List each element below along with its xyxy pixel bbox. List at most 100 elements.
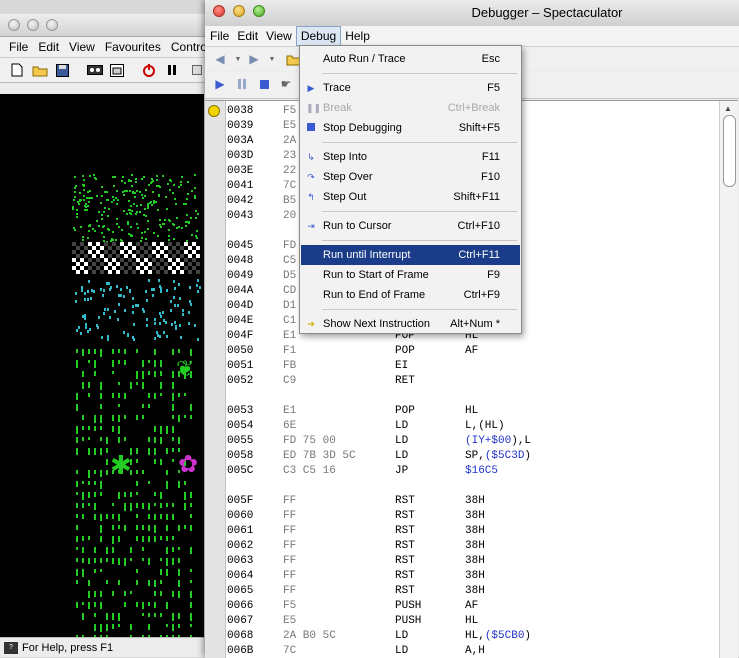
menu-file[interactable]: File [4,37,33,57]
opcode-bytes: D5 [283,270,297,282]
address: 0039 [227,120,254,132]
mnemonic: RST [395,585,415,597]
menu-item-step-over[interactable]: ↷ Step Over F10 [301,167,520,187]
new-file-icon[interactable] [8,61,26,79]
address: 0065 [227,585,254,597]
opcode-bytes: FF [283,540,297,552]
opcode-bytes: C3 C5 16 [283,465,336,477]
minimize-button[interactable] [27,19,39,31]
menu-item-run-to-end-of-frame[interactable]: Run to End of Frame Ctrl+F9 [301,285,520,305]
operands: 38H [465,570,485,582]
address: 005F [227,495,254,507]
mnemonic: POP [395,405,415,417]
menu-debug[interactable]: Debug [295,26,342,46]
opcode-bytes: E5 [283,120,297,132]
address: 0048 [227,255,254,267]
menu-file[interactable]: File [206,26,233,46]
menu-item-label: Auto Run / Trace [323,53,406,65]
menu-separator [322,211,517,212]
tape-icon[interactable] [86,61,104,79]
pause-icon[interactable] [233,75,251,93]
menu-item-step-into[interactable]: ↳ Step Into F11 [301,147,520,167]
menu-edit[interactable]: Edit [233,26,262,46]
opcode-bytes: D1 [283,300,297,312]
step-out-icon: ↰ [307,192,315,202]
vertical-scrollbar[interactable]: ▲ [719,101,738,658]
address: 0041 [227,180,254,192]
opcode-bytes: E5 [283,615,297,627]
menu-favourites[interactable]: Favourites [100,37,166,57]
close-button[interactable] [8,19,20,31]
opcode-bytes: B5 [283,195,297,207]
chevron-down-icon[interactable]: ▼ [263,50,281,68]
menu-item-shortcut: F11 [481,151,500,163]
operands: 38H [465,555,485,567]
address: 0052 [227,375,254,387]
menu-item-step-out[interactable]: ↰ Step Out Shift+F11 [301,187,520,207]
operands: L,(HL) [465,420,505,432]
mnemonic: RET [395,375,415,387]
mnemonic: RST [395,495,415,507]
menu-item-stop-debugging[interactable]: Stop Debugging Shift+F5 [301,118,520,138]
opcode-bytes: F5 [283,600,297,612]
address: 0045 [227,240,254,252]
game-graphics: ✱ ✿ ❦ [72,174,201,647]
scroll-icon[interactable] [188,61,206,79]
menu-item-run-to-start-of-frame[interactable]: Run to Start of Frame F9 [301,265,520,285]
scrollbar-thumb[interactable] [723,115,736,187]
opcode-bytes: 23 [283,150,297,162]
mnemonic: RST [395,510,415,522]
address: 003D [227,150,254,162]
menu-item-run-to-cursor[interactable]: ⇥ Run to Cursor Ctrl+F10 [301,216,520,236]
mnemonic: LD [395,630,409,642]
address: 004E [227,315,254,327]
mnemonic: LD [395,645,409,657]
scroll-up-icon[interactable]: ▲ [724,104,732,113]
address: 0066 [227,600,254,612]
arrow-right-icon: ➜ [307,319,315,329]
window-title: Debugger – Spectaculator [471,5,623,20]
menu-view[interactable]: View [262,26,296,46]
opcode-bytes: E1 [283,405,297,417]
menu-item-shortcut: Ctrl+Break [447,102,500,114]
zoom-button[interactable] [46,19,58,31]
open-folder-icon[interactable] [31,61,49,79]
operands: A,H [465,645,485,657]
menu-separator [322,73,517,74]
menu-item-shortcut: Ctrl+F9 [463,289,500,301]
stop-icon[interactable] [255,75,273,93]
step-over-icon: ↷ [307,172,315,182]
emulator-screen[interactable]: ✱ ✿ ❦ [0,94,204,647]
menu-item-label: Step Over [323,171,373,183]
play-icon[interactable]: ▶ [211,75,229,93]
back-arrow-icon[interactable]: ◀ [211,50,229,68]
menu-item-label: Run to Cursor [323,220,392,232]
power-icon[interactable] [140,61,158,79]
operands: HL [465,615,479,627]
menu-item-label: Run to End of Frame [323,289,426,301]
emulator-toolbar [0,58,210,83]
menu-item-trace[interactable]: ▶ Trace F5 [301,78,520,98]
address: 004D [227,300,254,312]
menu-view[interactable]: View [64,37,100,57]
emulator-statusbar: ? For Help, press F1 [0,637,210,657]
breakpoint-gutter[interactable] [205,101,226,658]
opcode-bytes: FB [283,360,297,372]
menu-item-run-until-interrupt[interactable]: Run until Interrupt Ctrl+F11 [301,245,520,265]
forward-arrow-icon[interactable]: ▶ [245,50,263,68]
opcode-bytes: 20 [283,210,297,222]
operands: $16C5 [465,465,499,477]
emulator-menubar: File Edit View Favourites Control [0,37,210,58]
opcode-bytes: 7C [283,180,297,192]
opcode-bytes: FD [283,240,297,252]
menu-edit[interactable]: Edit [33,37,64,57]
menu-item-auto-run-trace[interactable]: Auto Run / Trace Esc [301,49,520,69]
menu-help[interactable]: Help [341,26,374,46]
menu-separator [322,142,517,143]
window-icon[interactable] [108,61,126,79]
menu-item-label: Run until Interrupt [323,249,411,261]
menu-item-show-next-instruction[interactable]: ➜ Show Next Instruction Alt+Num * [301,314,520,334]
pause-icon[interactable] [163,61,181,79]
save-icon[interactable] [53,61,71,79]
step-icon[interactable]: ☛ [277,75,295,93]
